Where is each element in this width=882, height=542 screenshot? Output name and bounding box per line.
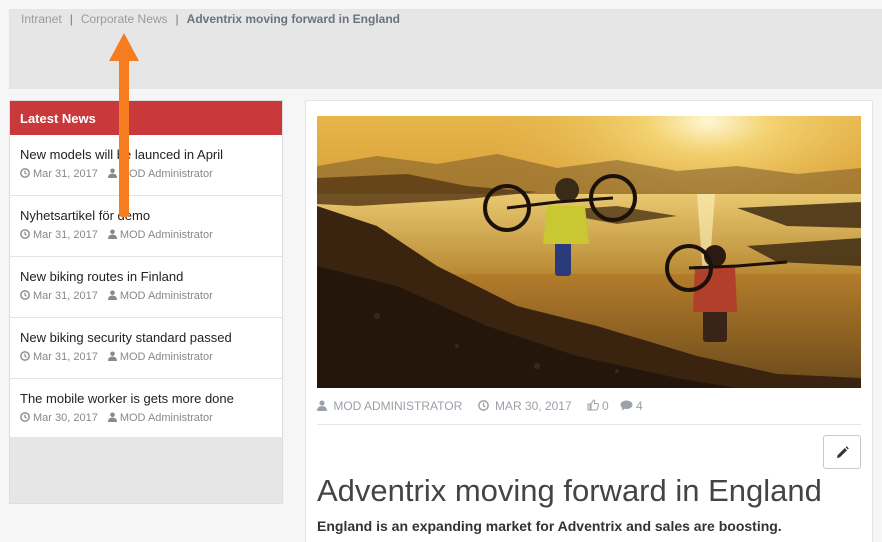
news-list-item[interactable]: The mobile worker is gets more done Mar … [10, 379, 282, 438]
pencil-icon [836, 445, 849, 458]
comment-icon [620, 400, 633, 411]
breadcrumb-corporate-news[interactable]: Corporate News [81, 12, 168, 26]
article-card: MOD ADMINISTRATOR MAR 30, 2017 0 4 Adven… [305, 100, 873, 542]
article-date: MAR 30, 2017 [494, 399, 572, 413]
news-item-meta: Mar 31, 2017 MOD Administrator [20, 290, 272, 302]
news-item-title[interactable]: Nyhetsartikel för demo [20, 208, 272, 223]
breadcrumb-separator: | [69, 12, 73, 26]
breadcrumb-current: Adventrix moving forward in England [186, 12, 401, 26]
news-item-date: Mar 31, 2017 [33, 351, 98, 363]
article-author-meta: MOD ADMINISTRATOR [317, 399, 462, 413]
article-author: MOD ADMINISTRATOR [333, 399, 463, 413]
user-icon [107, 351, 117, 361]
clock-icon [477, 400, 489, 411]
breadcrumb-intranet[interactable]: Intranet [21, 12, 62, 26]
meta-divider [317, 424, 861, 425]
clock-icon [20, 229, 30, 239]
header-band: Intranet | Corporate News | Adventrix moving… [9, 9, 882, 89]
news-item-author: MOD Administrator [119, 351, 213, 363]
user-icon [107, 229, 117, 239]
article-comments[interactable]: 4 [620, 399, 643, 413]
news-item-author: MOD Administrator [119, 290, 213, 302]
news-item-meta: Mar 31, 2017 MOD Administrator [20, 351, 272, 363]
news-item-author: MOD Administrator [119, 229, 213, 241]
sunset-mountain-bikers-image [317, 116, 861, 388]
clock-icon [20, 412, 30, 422]
article-meta-bar: MOD ADMINISTRATOR MAR 30, 2017 0 4 [317, 399, 655, 413]
news-item-author: MOD Administrator [119, 412, 213, 424]
news-list-item[interactable]: New biking security standard passed Mar … [10, 318, 282, 379]
user-icon [317, 400, 327, 411]
breadcrumb-separator: | [175, 12, 179, 26]
news-item-title[interactable]: New models will be launced in April [20, 147, 272, 162]
clock-icon [20, 351, 30, 361]
news-item-date: Mar 31, 2017 [33, 168, 98, 180]
news-item-meta: Mar 30, 2017 MOD Administrator [20, 412, 272, 424]
user-icon [107, 290, 117, 300]
news-item-title[interactable]: New biking security standard passed [20, 330, 272, 345]
edit-article-button[interactable] [823, 435, 861, 469]
breadcrumb: Intranet | Corporate News | Adventrix moving… [21, 12, 400, 26]
article-likes-count: 0 [602, 399, 609, 413]
news-list-item[interactable]: New models will be launced in April Mar … [10, 135, 282, 196]
news-item-date: Mar 30, 2017 [33, 412, 98, 424]
article-date-meta: MAR 30, 2017 [477, 399, 572, 413]
news-item-meta: Mar 31, 2017 MOD Administrator [20, 229, 272, 241]
thumbs-up-icon [587, 399, 599, 411]
page: Intranet | Corporate News | Adventrix moving… [0, 0, 882, 542]
news-list-item[interactable]: Nyhetsartikel för demo Mar 31, 2017 MOD A… [10, 196, 282, 257]
news-item-date: Mar 31, 2017 [33, 229, 98, 241]
article-likes[interactable]: 0 [587, 399, 609, 413]
news-list-item[interactable]: New biking routes in Finland Mar 31, 201… [10, 257, 282, 318]
user-icon [107, 168, 117, 178]
news-item-title[interactable]: New biking routes in Finland [20, 269, 272, 284]
news-list: New models will be launced in April Mar … [10, 135, 282, 438]
article-hero-image [317, 116, 861, 388]
latest-news-panel: Latest News New models will be launced i… [9, 100, 283, 504]
user-icon [107, 412, 117, 422]
news-item-meta: Mar 31, 2017 MOD Administrator [20, 168, 272, 180]
article-comments-count: 4 [636, 399, 643, 413]
latest-news-title: Latest News [10, 101, 282, 135]
news-item-title[interactable]: The mobile worker is gets more done [20, 391, 272, 406]
clock-icon [20, 168, 30, 178]
article-lead: England is an expanding market for Adven… [317, 518, 782, 534]
clock-icon [20, 290, 30, 300]
news-item-author: MOD Administrator [119, 168, 213, 180]
news-item-date: Mar 31, 2017 [33, 290, 98, 302]
article-title: Adventrix moving forward in England [317, 473, 822, 508]
